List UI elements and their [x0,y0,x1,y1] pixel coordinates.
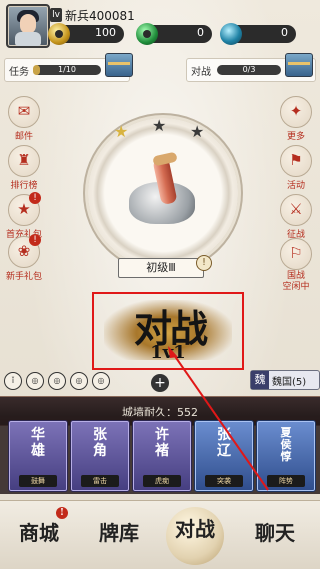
hero-name: 张 角 [93,427,107,459]
hero-card[interactable]: 张 辽 突袭 [194,420,254,492]
coin-value: 100 [95,26,116,39]
event-label: 活动 [286,181,305,191]
gem-value: 0 [281,26,288,39]
player-avatar[interactable] [6,4,50,48]
hero-card[interactable]: 华 雄 鼓舞 [8,420,68,492]
camp-selector[interactable]: 魏 魏国(5) [250,370,320,390]
nav-battle-label: 对战 [175,517,215,541]
battle-chest-icon[interactable] [285,53,313,77]
player-name: 新兵400081 [65,9,135,23]
ring-icon[interactable]: ◎ [48,372,66,390]
top-bar: lv 新兵400081 100 0 0 [0,0,320,48]
nav-chat-label: 聊天 [255,521,295,545]
battle-progress[interactable]: 对战 0/3 [186,53,316,82]
avatar-armor [15,32,41,46]
hero-card-row: 华 雄 鼓舞 张 角 雷击 许 褚 虎痴 张 辽 突袭 夏 侯 惇 阵势 [0,416,320,494]
nation-war-icon: ⚐ [289,244,303,262]
rank-medallion[interactable] [88,118,238,268]
ring-icon[interactable]: ◎ [26,372,44,390]
rank-name: 初级Ⅲ [118,258,204,278]
newbie-gift-label: 新手礼包 [5,272,42,282]
battle-button[interactable]: 对战 1v1 [92,292,244,370]
ring-icon[interactable]: ǐ [4,372,22,390]
battle-progress-bar: 0/3 [217,65,281,75]
avatar-face [20,14,36,34]
ring-icon[interactable]: ◎ [92,372,110,390]
event-icon: ⚑ [289,151,303,169]
hero-card[interactable]: 张 角 雷击 [70,420,130,492]
mission-bar: 1/10 [33,65,101,75]
more-icon: ✦ [289,102,303,120]
hero-name: 夏 侯 惇 [280,426,292,463]
newbie-gift-badge: ! [29,234,41,246]
nav-battle[interactable]: 对战 [160,507,230,565]
coin-counter[interactable]: 100 [48,23,124,45]
nav-card-library-label: 牌库 [99,521,139,545]
scroll-bag-icon [123,151,203,228]
first-pay-gift-button[interactable]: ★ ! 首充礼包 [2,192,46,240]
hero-card[interactable]: 夏 侯 惇 阵势 [256,420,316,492]
newbie-gift-button[interactable]: ❀ ! 新手礼包 [2,234,46,282]
campaign-button[interactable]: ⚔ 征战 [274,194,318,240]
hero-card[interactable]: 许 褚 虎痴 [132,420,192,492]
mission-label: 任务 [9,67,29,78]
nav-shop-badge: ! [56,507,68,519]
hero-skill: 虎痴 [143,475,181,487]
add-button[interactable]: + [151,374,169,392]
star-icon-empty: ★ [190,122,205,141]
mail-label: 邮件 [14,132,33,142]
camp-tag: 魏 [251,371,269,389]
nav-card-library[interactable]: 牌库 [84,517,154,546]
more-label: 更多 [286,132,305,142]
rank-info-icon[interactable]: ! [196,255,212,271]
ring-icon[interactable]: ◎ [70,372,88,390]
coin-icon [48,23,70,45]
mission-chest-icon[interactable] [105,53,133,77]
battle-progress-label: 对战 [191,67,211,78]
hero-skill: 雷击 [81,475,119,487]
jade-value: 0 [197,26,204,39]
hero-skill: 鼓舞 [19,475,57,487]
ranking-label: 排行榜 [10,181,38,191]
nav-shop[interactable]: 商城 ! [4,507,74,546]
bottom-nav: 商城 ! 牌库 对战 聊天 [0,500,320,569]
ranking-icon: ♜ [17,151,31,169]
mail-icon: ✉ [17,102,31,120]
campaign-icon: ⚔ [289,200,303,218]
hero-name: 华 雄 [31,427,45,459]
nation-war-button[interactable]: ⚐ 国战 空闲中 [274,238,318,293]
first-pay-badge: ! [29,192,41,204]
gem-icon [220,23,242,45]
star-icon-filled: ★ [114,122,129,141]
hero-skill: 阵势 [267,475,305,487]
jade-counter[interactable]: 0 [136,23,212,45]
jade-icon [136,23,158,45]
hero-skill: 突袭 [205,475,243,487]
rank-stars: ★ ★ ★ [114,118,214,141]
battle-progress-count: 0/3 [242,65,256,74]
more-button[interactable]: ✦ 更多 [274,96,318,142]
nation-war-label: 国战 空闲中 [282,271,310,292]
nav-chat[interactable]: 聊天 [240,517,310,546]
battle-mode: 1v1 [150,342,186,363]
mail-button[interactable]: ✉ 邮件 [2,96,46,142]
hero-name: 张 辽 [217,427,231,459]
star-icon-empty: ★ [152,116,167,135]
mission-count: 1/10 [58,65,76,74]
mission-progress[interactable]: 任务 1/10 [4,53,133,82]
camp-name: 魏国(5) [272,377,307,388]
nav-shop-label: 商城 [19,521,59,545]
gem-counter[interactable]: 0 [220,23,296,45]
level-badge: lv [50,8,62,22]
ranking-button[interactable]: ♜ 排行榜 [2,145,46,191]
event-button[interactable]: ⚑ 活动 [274,145,318,191]
hero-name: 许 褚 [155,427,169,459]
